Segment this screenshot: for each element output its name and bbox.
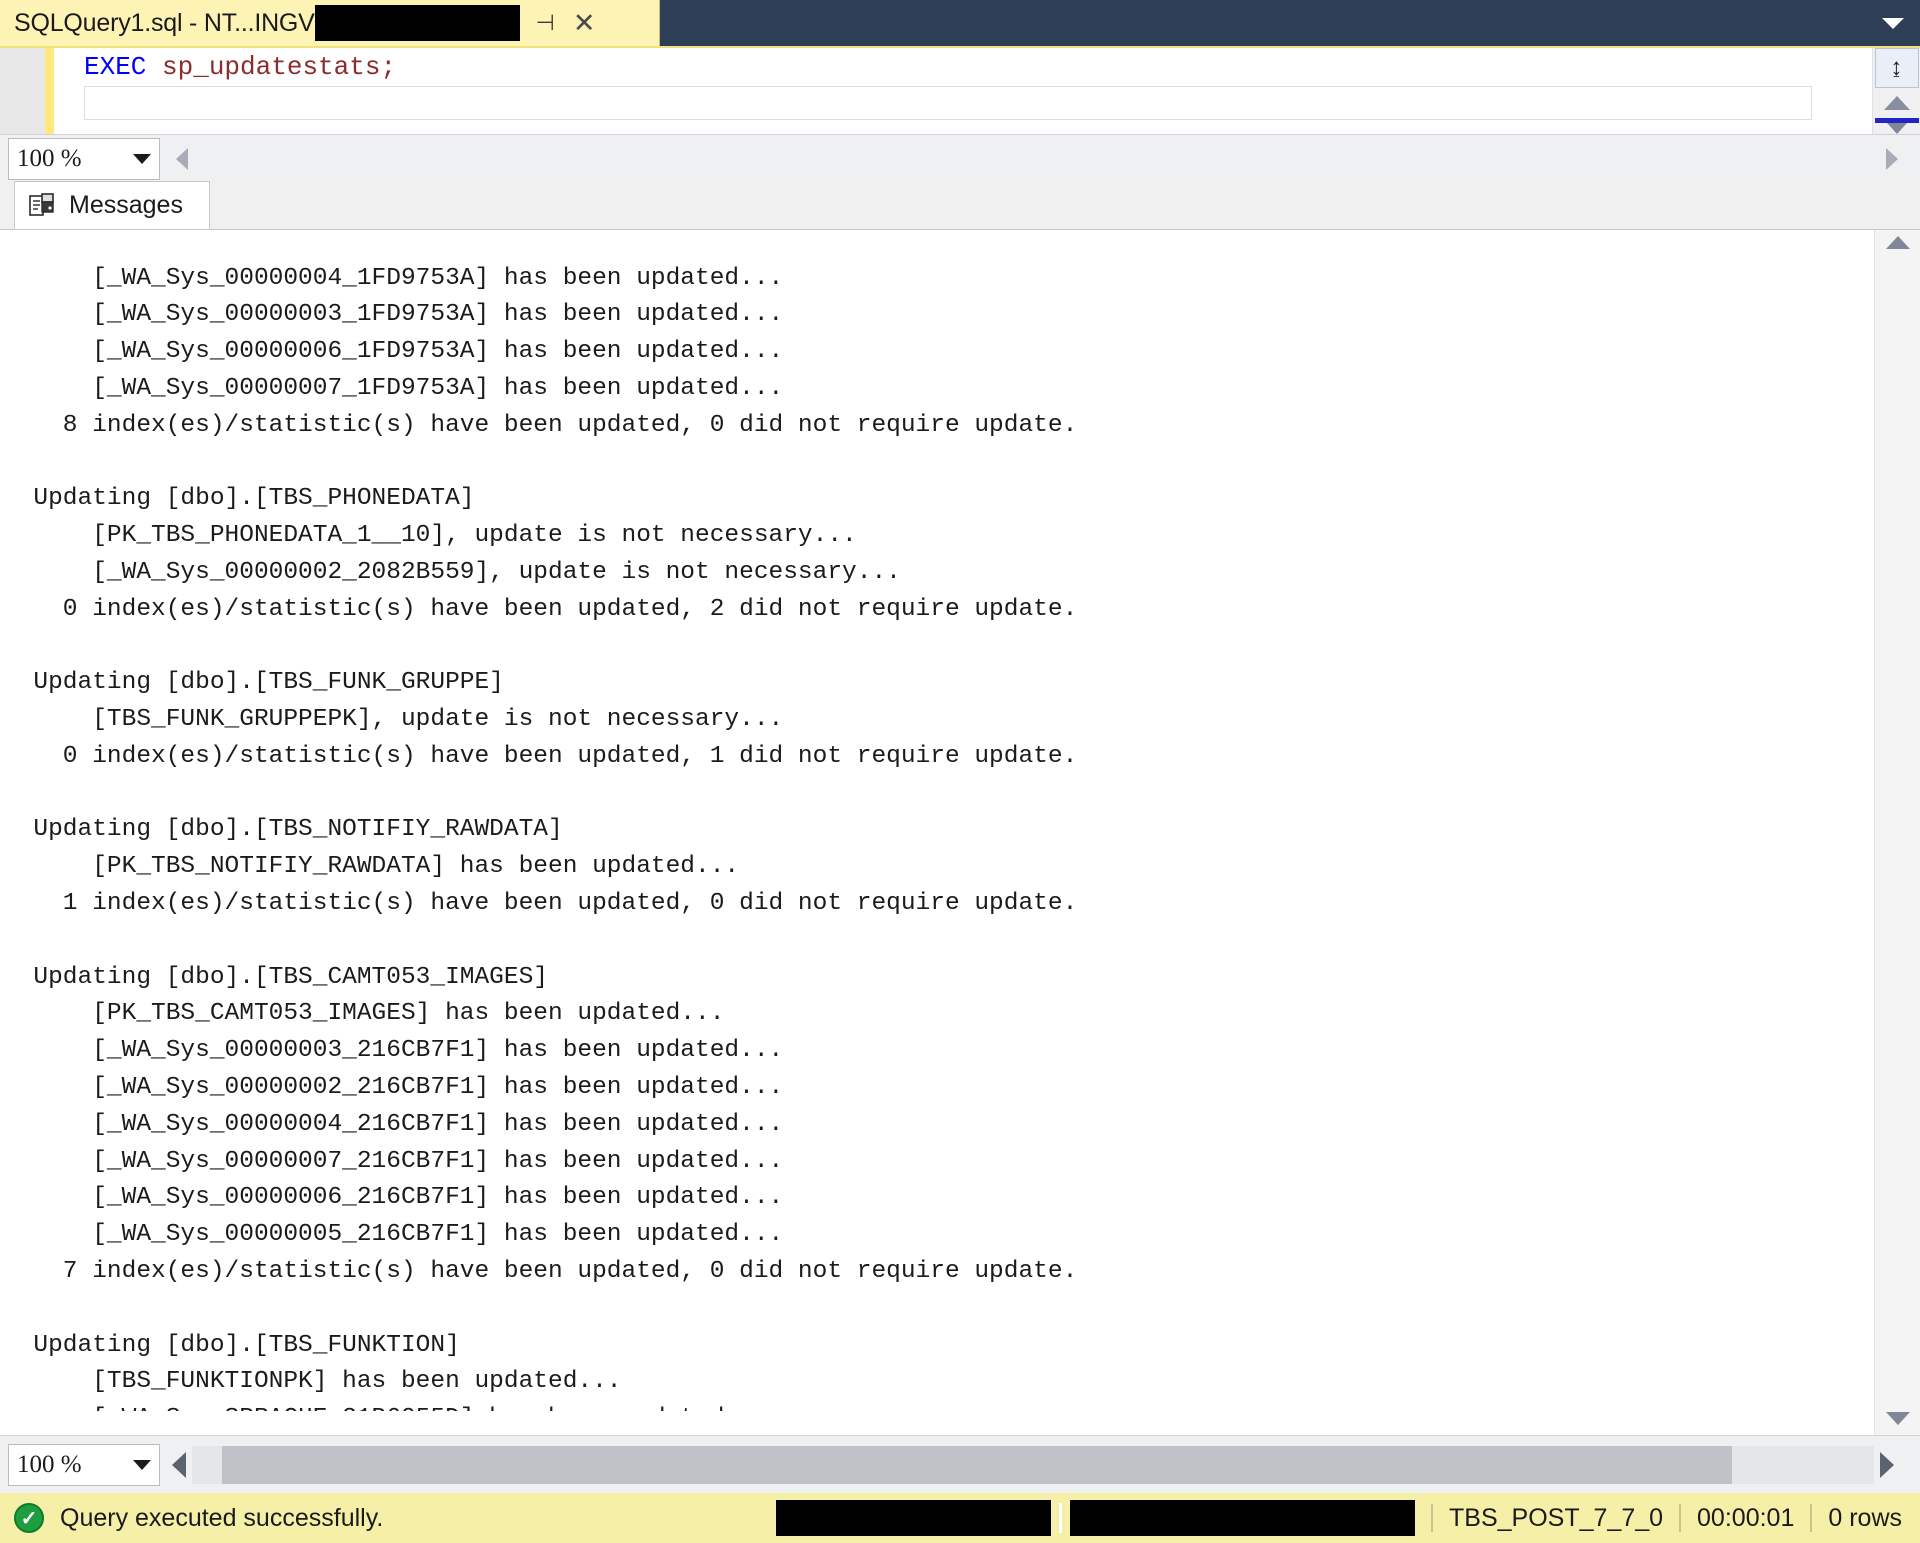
code-line-2-empty[interactable] bbox=[84, 86, 1812, 120]
chevron-down-icon bbox=[133, 154, 151, 164]
tab-sqlquery1[interactable]: SQLQuery1.sql - NT...INGV ⊣ ✕ bbox=[0, 0, 660, 46]
editor-hscroll-left-arrow-icon[interactable] bbox=[176, 148, 188, 170]
scroll-down-arrow-icon[interactable] bbox=[1886, 1412, 1910, 1425]
sql-procedure-name: sp_updatestats; bbox=[146, 52, 396, 82]
scroll-up-arrow-icon[interactable] bbox=[1886, 236, 1910, 249]
results-tabstrip: Messages bbox=[0, 182, 1920, 230]
sql-editor-pane: EXEC sp_updatestats; ↨ bbox=[0, 46, 1920, 134]
tab-messages-label: Messages bbox=[69, 191, 183, 220]
status-bar: ✓ Query executed successfully. TBS_POST_… bbox=[0, 1493, 1920, 1543]
scroll-up-arrow-icon[interactable] bbox=[1884, 96, 1910, 110]
status-message: Query executed successfully. bbox=[60, 1504, 383, 1533]
document-tabstrip: SQLQuery1.sql - NT...INGV ⊣ ✕ bbox=[0, 0, 1920, 46]
status-elapsed-time: 00:00:01 bbox=[1697, 1504, 1794, 1533]
tab-messages[interactable]: Messages bbox=[14, 181, 210, 229]
server-name-redaction bbox=[776, 1500, 1051, 1536]
results-zoom-value: 100 % bbox=[17, 1451, 133, 1479]
editor-hscroll-right-arrow-icon[interactable] bbox=[1886, 148, 1898, 170]
pin-icon[interactable]: ⊣ bbox=[536, 12, 555, 34]
status-divider bbox=[1679, 1504, 1681, 1532]
tab-title-redaction bbox=[315, 5, 520, 41]
messages-icon bbox=[29, 193, 55, 219]
results-hscroll-thumb[interactable] bbox=[222, 1446, 1732, 1484]
user-name-redaction bbox=[1070, 1500, 1415, 1536]
tabstrip-spacer bbox=[660, 0, 1866, 46]
editor-horizontal-scrollbar[interactable] bbox=[188, 135, 1886, 183]
status-separator bbox=[1059, 1503, 1062, 1533]
status-divider bbox=[1431, 1504, 1433, 1532]
results-hscroll-left-arrow-icon[interactable] bbox=[172, 1452, 186, 1478]
code-line-1: EXEC sp_updatestats; bbox=[84, 48, 1872, 86]
editor-zoom-select[interactable]: 100 % bbox=[8, 138, 160, 180]
chevron-down-icon bbox=[1882, 18, 1904, 29]
status-row-count: 0 rows bbox=[1828, 1504, 1902, 1533]
tab-list-dropdown-button[interactable] bbox=[1866, 0, 1920, 46]
sql-keyword-exec: EXEC bbox=[84, 52, 146, 82]
status-database: TBS_POST_7_7_0 bbox=[1449, 1504, 1663, 1533]
results-hscroll-right-arrow-icon[interactable] bbox=[1880, 1452, 1894, 1478]
close-icon[interactable]: ✕ bbox=[573, 10, 596, 37]
editor-zoom-bar: 100 % bbox=[0, 134, 1920, 182]
tab-title: SQLQuery1.sql - NT...INGV bbox=[14, 9, 315, 38]
messages-text[interactable]: [_WA_Sys_00000004_1FD9753A] has been upd… bbox=[0, 255, 1874, 1411]
sql-code-area[interactable]: EXEC sp_updatestats; bbox=[54, 48, 1872, 134]
editor-change-bar bbox=[45, 48, 54, 134]
ssms-query-window: SQLQuery1.sql - NT...INGV ⊣ ✕ EXEC sp_up… bbox=[0, 0, 1920, 1543]
split-editor-icon[interactable]: ↨ bbox=[1875, 48, 1919, 88]
messages-output-pane: [_WA_Sys_00000004_1FD9753A] has been upd… bbox=[0, 230, 1920, 1435]
results-zoom-select[interactable]: 100 % bbox=[8, 1444, 160, 1486]
status-divider bbox=[1810, 1504, 1812, 1532]
editor-vertical-scrollbar[interactable]: ↨ bbox=[1872, 48, 1920, 134]
results-horizontal-scrollbar[interactable] bbox=[192, 1446, 1874, 1484]
editor-zoom-value: 100 % bbox=[17, 145, 133, 173]
success-check-icon: ✓ bbox=[14, 1503, 44, 1533]
chevron-down-icon bbox=[133, 1460, 151, 1470]
messages-vertical-scrollbar[interactable] bbox=[1874, 230, 1920, 1435]
editor-indicator-margin bbox=[0, 48, 45, 134]
scroll-down-arrow-icon[interactable] bbox=[1887, 123, 1907, 134]
results-zoom-bar: 100 % bbox=[0, 1435, 1920, 1493]
